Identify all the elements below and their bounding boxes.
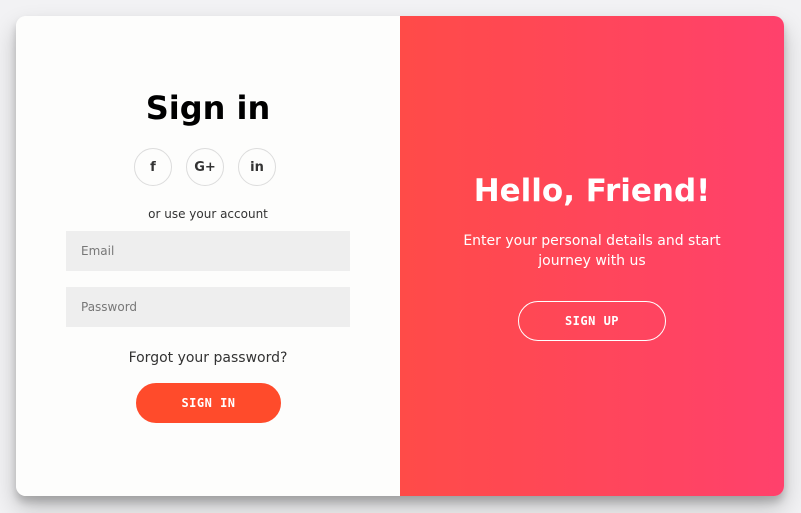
sign-up-button[interactable]: SIGN UP xyxy=(518,301,666,341)
email-field[interactable] xyxy=(66,231,350,271)
auth-card: Sign in f G+ in or use your account Forg… xyxy=(16,16,784,496)
facebook-icon[interactable]: f xyxy=(134,148,172,186)
sign-in-button[interactable]: SIGN IN xyxy=(136,383,281,423)
overlay-title: Hello, Friend! xyxy=(473,173,711,209)
password-field[interactable] xyxy=(66,287,350,327)
overlay-description: Enter your personal details and start jo… xyxy=(463,233,721,269)
signin-title: Sign in xyxy=(145,89,271,127)
overlay-panel: Hello, Friend! Enter your personal detai… xyxy=(400,16,784,496)
google-plus-icon[interactable]: G+ xyxy=(186,148,224,186)
forgot-password-link[interactable]: Forgot your password? xyxy=(16,350,400,366)
alt-login-text: or use your account xyxy=(148,207,268,221)
linkedin-icon[interactable]: in xyxy=(238,148,276,186)
social-buttons: f G+ in xyxy=(134,148,284,188)
signin-panel: Sign in f G+ in or use your account Forg… xyxy=(16,16,400,496)
